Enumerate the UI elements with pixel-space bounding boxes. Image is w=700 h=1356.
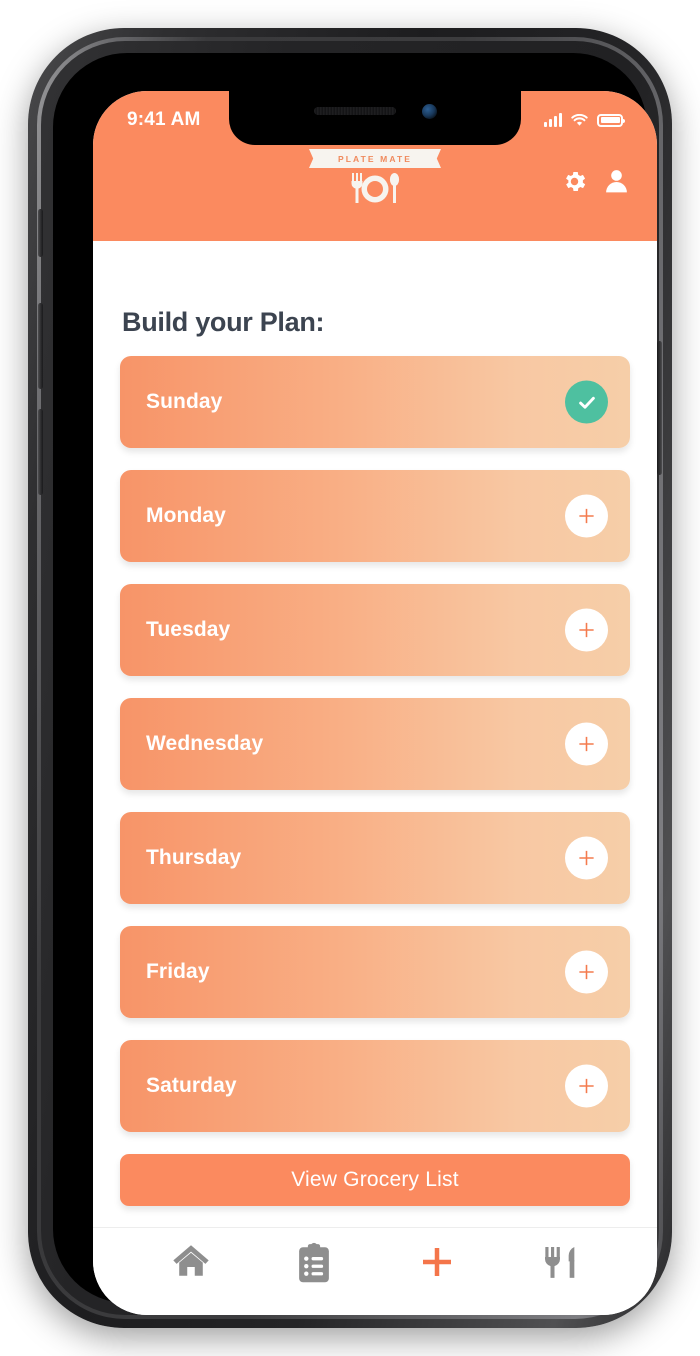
phone-screen: 9:41 AM PLATE MATE Build your Plan: Sund… — [93, 91, 657, 1315]
gear-icon[interactable] — [561, 168, 588, 195]
clipboard-icon — [298, 1242, 329, 1283]
phone-frame-edge-inner: 9:41 AM PLATE MATE Build your Plan: Sund… — [38, 41, 662, 1315]
nav-item-recipes[interactable] — [528, 1242, 592, 1282]
day-label: Monday — [146, 504, 226, 527]
earpiece-speaker-icon — [313, 107, 396, 115]
bottom-navigation-bar — [93, 1227, 657, 1315]
day-row-saturday[interactable]: Saturday — [120, 1040, 630, 1132]
battery-icon — [597, 113, 625, 127]
day-row-sunday[interactable]: Sunday — [120, 356, 630, 448]
page-title: Build your Plan: — [122, 307, 325, 337]
day-add-button[interactable] — [565, 722, 608, 766]
plus-icon — [579, 1078, 594, 1094]
silent-switch-button[interactable] — [38, 209, 43, 257]
main-content: Build your Plan: Sunday Monday Tuesday W… — [93, 241, 657, 1227]
phone-frame-edge: 9:41 AM PLATE MATE Build your Plan: Sund… — [37, 37, 663, 1319]
day-label: Thursday — [146, 846, 242, 869]
home-icon — [172, 1245, 209, 1276]
view-grocery-list-button[interactable]: View Grocery List — [120, 1154, 630, 1206]
phone-notch — [229, 91, 521, 145]
day-label: Sunday — [146, 390, 223, 413]
day-add-button[interactable] — [565, 608, 608, 652]
logo-ribbon: PLATE MATE — [319, 149, 431, 168]
day-label: Friday — [146, 960, 210, 983]
plus-icon — [579, 850, 594, 866]
fork-plate-spoon-icon — [351, 173, 400, 203]
nav-item-add[interactable] — [405, 1242, 469, 1282]
wifi-icon — [571, 113, 588, 126]
day-row-friday[interactable]: Friday — [120, 926, 630, 1018]
day-row-monday[interactable]: Monday — [120, 470, 630, 562]
power-button[interactable] — [657, 341, 662, 475]
phone-bezel: 9:41 AM PLATE MATE Build your Plan: Sund… — [53, 53, 657, 1315]
day-plan-list: Sunday Monday Tuesday Wednesday Thursday… — [120, 356, 630, 1132]
fork-knife-icon — [544, 1247, 574, 1278]
phone-frame: 9:41 AM PLATE MATE Build your Plan: Sund… — [28, 28, 672, 1328]
day-label: Saturday — [146, 1074, 237, 1097]
day-checked-button[interactable] — [565, 380, 608, 424]
volume-down-button[interactable] — [38, 409, 43, 495]
plus-icon — [579, 964, 594, 980]
plus-icon — [579, 508, 594, 524]
status-bar-icons — [544, 113, 625, 127]
check-icon — [578, 396, 595, 409]
nav-item-home[interactable] — [159, 1242, 223, 1278]
app-logo: PLATE MATE — [310, 149, 440, 210]
day-row-thursday[interactable]: Thursday — [120, 812, 630, 904]
day-add-button[interactable] — [565, 950, 608, 994]
day-add-button[interactable] — [565, 836, 608, 880]
volume-up-button[interactable] — [38, 303, 43, 389]
front-camera-icon — [421, 103, 437, 119]
day-row-tuesday[interactable]: Tuesday — [120, 584, 630, 676]
plus-icon — [579, 622, 594, 638]
plus-icon — [422, 1248, 451, 1276]
logo-text: PLATE MATE — [337, 153, 413, 164]
header-actions — [561, 167, 631, 196]
day-label: Wednesday — [146, 732, 264, 755]
plus-icon — [579, 736, 594, 752]
day-add-button[interactable] — [565, 1064, 608, 1108]
cellular-signal-icon — [544, 113, 562, 127]
status-bar-time: 9:41 AM — [127, 109, 201, 130]
person-icon[interactable] — [602, 167, 631, 196]
nav-item-lists[interactable] — [282, 1242, 346, 1284]
day-add-button[interactable] — [565, 494, 608, 538]
day-row-wednesday[interactable]: Wednesday — [120, 698, 630, 790]
day-label: Tuesday — [146, 618, 231, 641]
